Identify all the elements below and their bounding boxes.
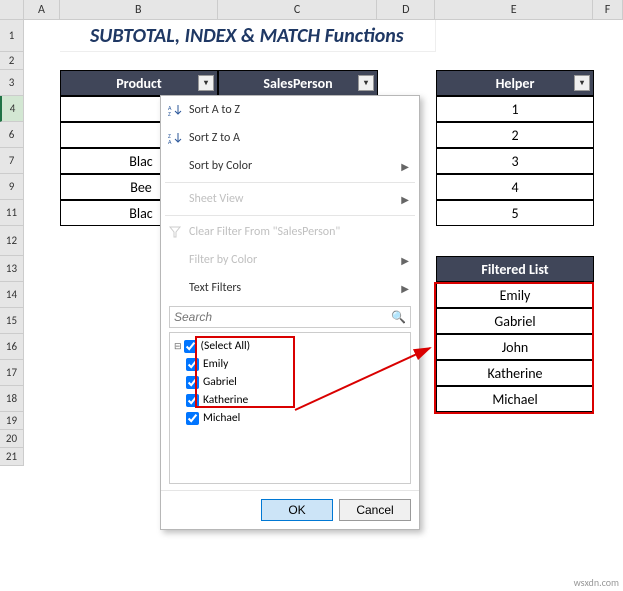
row-header[interactable]: 18	[0, 386, 24, 412]
filter-item-label: Michael	[203, 411, 240, 425]
filter-item-label: Katherine	[203, 393, 248, 407]
row-header[interactable]: 12	[0, 226, 24, 256]
chevron-right-icon: ▶	[401, 254, 409, 267]
menu-separator	[165, 182, 415, 183]
filter-by-color: Filter by Color ▶	[161, 246, 419, 274]
filter-menu: AZ Sort A to Z ZA Sort Z to A Sort by Co…	[160, 95, 420, 530]
clear-filter: Clear Filter From "SalesPerson"	[161, 218, 419, 246]
cell-filtered[interactable]: Michael	[436, 386, 594, 412]
filter-item-label: Emily	[203, 357, 228, 371]
row-header[interactable]: 11	[0, 200, 24, 226]
col-header-e[interactable]: E	[435, 0, 593, 20]
filter-search-input[interactable]	[174, 310, 391, 324]
select-all-checkbox[interactable]	[184, 340, 197, 353]
sort-az-icon: AZ	[167, 102, 183, 118]
menu-separator	[165, 215, 415, 216]
row-header[interactable]: 4	[0, 96, 24, 122]
row-header[interactable]: 15	[0, 308, 24, 334]
cancel-button[interactable]: Cancel	[339, 499, 411, 521]
cell-filtered[interactable]: John	[436, 334, 594, 360]
sheet-view: Sheet View ▶	[161, 185, 419, 213]
row-header[interactable]: 13	[0, 256, 24, 282]
header-helper-label: Helper	[496, 75, 535, 92]
row-header[interactable]: 1	[0, 20, 24, 52]
cell-helper[interactable]: 5	[436, 200, 594, 226]
row-headers: 1 2 3 4 6 7 9 11 12 13 14 15 16 17 18 19…	[0, 20, 24, 466]
svg-text:A: A	[168, 138, 172, 145]
watermark: wsxdn.com	[574, 576, 619, 589]
filter-checkbox[interactable]	[186, 376, 199, 389]
filter-by-color-label: Filter by Color	[189, 253, 257, 267]
cell-filtered[interactable]: Gabriel	[436, 308, 594, 334]
filter-button-helper[interactable]: ▾	[574, 75, 590, 91]
select-all-label: (Select All)	[201, 339, 251, 353]
cell-helper[interactable]: 4	[436, 174, 594, 200]
filter-checkbox[interactable]	[186, 394, 199, 407]
sort-az-label: Sort A to Z	[189, 103, 240, 117]
filter-button-row: OK Cancel	[161, 490, 419, 529]
chevron-right-icon: ▶	[401, 160, 409, 173]
select-all-item[interactable]: ⊟ (Select All)	[172, 337, 408, 355]
text-filters[interactable]: Text Filters ▶	[161, 274, 419, 302]
clear-filter-label: Clear Filter From "SalesPerson"	[189, 225, 340, 239]
filter-checkbox[interactable]	[186, 358, 199, 371]
filter-checkbox[interactable]	[186, 412, 199, 425]
search-icon: 🔍	[391, 310, 406, 325]
row-header[interactable]: 3	[0, 70, 24, 96]
sort-by-color[interactable]: Sort by Color ▶	[161, 152, 419, 180]
row-header[interactable]: 17	[0, 360, 24, 386]
header-product-label: Product	[116, 75, 162, 92]
chevron-right-icon: ▶	[401, 193, 409, 206]
header-filtered-label: Filtered List	[481, 261, 548, 278]
clear-filter-icon	[167, 224, 183, 240]
row-header[interactable]: 19	[0, 412, 24, 430]
header-product[interactable]: Product ▾	[60, 70, 218, 96]
sort-za-icon: ZA	[167, 130, 183, 146]
cell-filtered[interactable]: Emily	[436, 282, 594, 308]
column-headers: A B C D E F	[24, 0, 623, 20]
filter-item[interactable]: Katherine	[172, 391, 408, 409]
col-header-b[interactable]: B	[60, 0, 218, 20]
row-header[interactable]: 20	[0, 430, 24, 448]
filter-values-tree[interactable]: ⊟ (Select All) Emily Gabriel Katherine M…	[169, 332, 411, 484]
row-header[interactable]: 9	[0, 174, 24, 200]
filter-item[interactable]: Michael	[172, 409, 408, 427]
cell-helper[interactable]: 3	[436, 148, 594, 174]
ok-button[interactable]: OK	[261, 499, 333, 521]
cell-helper[interactable]: 2	[436, 122, 594, 148]
text-filters-label: Text Filters	[189, 281, 241, 295]
row-header[interactable]: 16	[0, 334, 24, 360]
col-header-f[interactable]: F	[593, 0, 623, 20]
header-salesperson-label: SalesPerson	[263, 75, 332, 92]
row-header[interactable]: 7	[0, 148, 24, 174]
sort-by-color-label: Sort by Color	[189, 159, 252, 173]
filter-button-product[interactable]: ▾	[198, 75, 214, 91]
sort-za-label: Sort Z to A	[189, 131, 240, 145]
select-all-corner[interactable]	[0, 0, 24, 20]
row-header[interactable]: 21	[0, 448, 24, 466]
sheet-view-label: Sheet View	[189, 192, 243, 206]
sort-za[interactable]: ZA Sort Z to A	[161, 124, 419, 152]
row-header[interactable]: 14	[0, 282, 24, 308]
filter-search-box[interactable]: 🔍	[169, 306, 411, 328]
col-header-c[interactable]: C	[218, 0, 378, 20]
col-header-a[interactable]: A	[24, 0, 60, 20]
header-helper[interactable]: Helper ▾	[436, 70, 594, 96]
title-cell: SUBTOTAL, INDEX & MATCH Functions	[60, 20, 436, 52]
row-header[interactable]: 6	[0, 122, 24, 148]
svg-text:Z: Z	[168, 110, 171, 117]
filter-item-label: Gabriel	[203, 375, 237, 389]
chevron-right-icon: ▶	[401, 282, 409, 295]
filter-button-salesperson[interactable]: ▾	[358, 75, 374, 91]
row-header[interactable]: 2	[0, 52, 24, 70]
cell-filtered[interactable]: Katherine	[436, 360, 594, 386]
filter-item[interactable]: Emily	[172, 355, 408, 373]
tree-collapse-icon: ⊟	[174, 341, 182, 352]
header-salesperson[interactable]: SalesPerson ▾	[218, 70, 378, 96]
header-filtered-list: Filtered List	[436, 256, 594, 282]
filter-item[interactable]: Gabriel	[172, 373, 408, 391]
sort-az[interactable]: AZ Sort A to Z	[161, 96, 419, 124]
col-header-d[interactable]: D	[377, 0, 435, 20]
cell-helper[interactable]: 1	[436, 96, 594, 122]
